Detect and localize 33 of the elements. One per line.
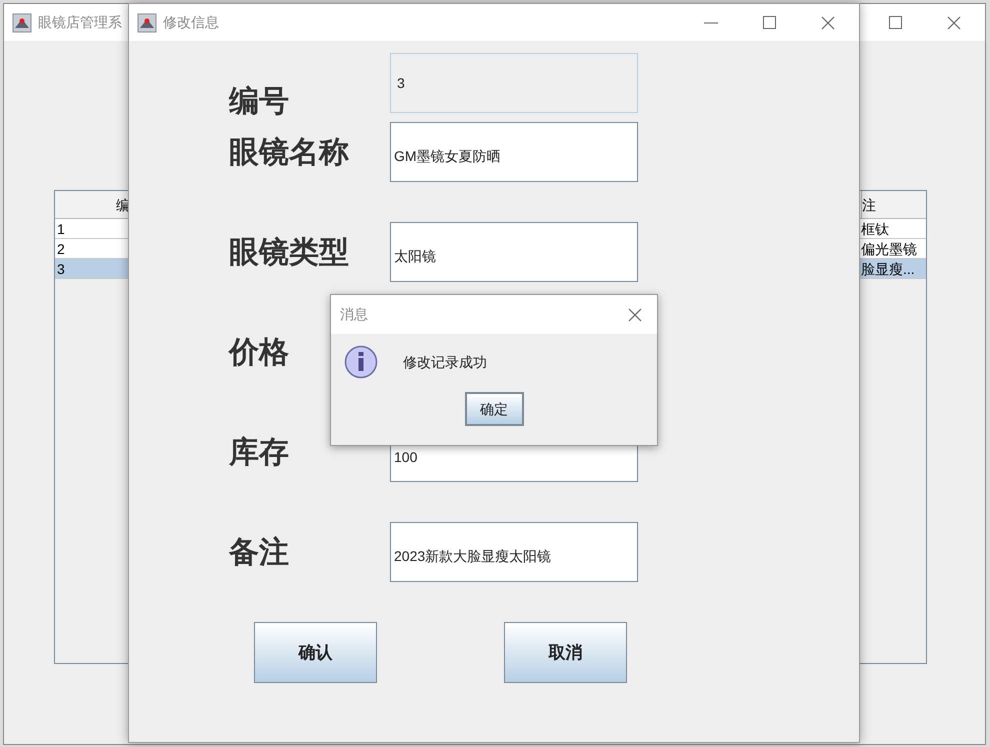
- window-title: 修改信息: [163, 13, 219, 32]
- app-icon: [12, 12, 32, 32]
- close-icon[interactable]: [947, 16, 961, 30]
- field-label: 价格: [229, 334, 289, 370]
- input-field: 3: [390, 53, 638, 113]
- maximize-icon[interactable]: [763, 16, 776, 29]
- table-cell-text: 脸显瘦...: [861, 260, 916, 278]
- dialog-button[interactable]: 确认: [254, 622, 377, 683]
- info-icon: [344, 345, 378, 379]
- message-text: 修改记录成功: [403, 352, 487, 372]
- table-cell-text: 2: [56, 240, 66, 258]
- close-icon[interactable]: [628, 308, 642, 322]
- table-cell-text: 3: [56, 260, 66, 278]
- column-header: 注: [861, 191, 926, 218]
- maximize-icon[interactable]: [889, 16, 902, 29]
- field-label: 编号: [229, 84, 289, 120]
- field-label: 眼镜名称: [229, 134, 349, 170]
- dialog-button[interactable]: 取消: [504, 622, 627, 683]
- window-title: 眼镜店管理系: [38, 13, 122, 32]
- ok-button[interactable]: 确定: [464, 392, 524, 426]
- table-cell-text: 偏光墨镜: [861, 240, 918, 258]
- field-label: 眼镜类型: [229, 234, 349, 270]
- field-label: 备注: [229, 534, 289, 570]
- table-cell-text: 1: [56, 220, 66, 238]
- close-icon[interactable]: [821, 16, 835, 30]
- input-field[interactable]: GM墨镜女夏防晒: [390, 122, 638, 182]
- field-label: 库存: [229, 434, 289, 470]
- table-cell-text: 框钛: [861, 220, 890, 238]
- input-field[interactable]: 太阳镜: [390, 222, 638, 282]
- window-title: 消息: [340, 305, 368, 324]
- minimize-icon[interactable]: [704, 22, 718, 24]
- app-icon: [137, 12, 157, 32]
- input-field[interactable]: 2023新款大脸显瘦太阳镜: [390, 522, 638, 582]
